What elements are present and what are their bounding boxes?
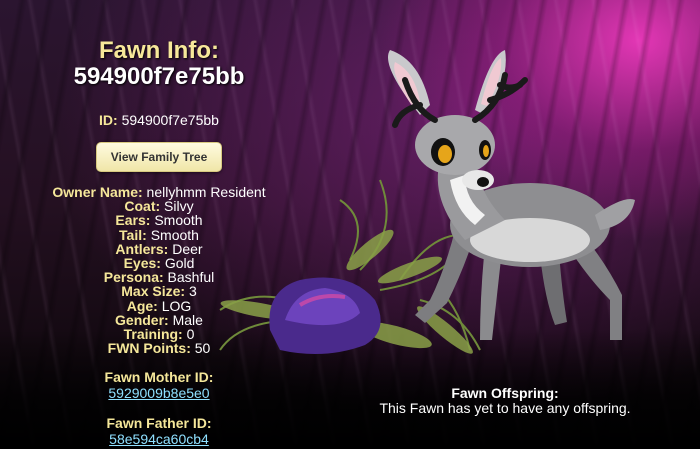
offspring-section: Fawn Offspring: This Fawn has yet to hav… — [360, 386, 650, 416]
mother-id-label: Fawn Mother ID: — [104, 369, 214, 386]
attr-label: FWN Points: — [107, 340, 191, 357]
id-value: 594900f7e75bb — [121, 112, 219, 128]
attr-tail: Tail: Smooth — [0, 228, 318, 242]
father-id-link[interactable]: 58e594ca60cb4 — [109, 431, 209, 447]
attr-training: Training: 0 — [0, 327, 318, 341]
fawn-character — [388, 50, 635, 340]
attr-fwn-points: FWN Points: 50 — [0, 341, 318, 355]
offspring-label: Fawn Offspring: — [451, 385, 559, 401]
attr-value: 50 — [194, 340, 211, 357]
attr-eyes: Eyes: Gold — [0, 256, 318, 270]
id-label: ID: — [99, 112, 118, 128]
mother-section: Fawn Mother ID: 5929009b8e5e0 — [0, 369, 318, 401]
page-title-fawn-id: 594900f7e75bb — [73, 63, 245, 90]
attr-gender: Gender: Male — [0, 313, 318, 327]
attr-ears: Ears: Smooth — [0, 213, 318, 227]
attr-persona: Persona: Bashful — [0, 270, 318, 284]
offspring-text: This Fawn has yet to have any offspring. — [379, 400, 631, 416]
attr-owner-name: Owner Name: nellyhmm Resident — [0, 185, 318, 199]
page-title: Fawn Info: — [99, 37, 219, 64]
id-line: ID: 594900f7e75bb — [0, 112, 318, 128]
father-section: Fawn Father ID: 58e594ca60cb4 — [0, 415, 318, 447]
attr-antlers: Antlers: Deer — [0, 242, 318, 256]
view-family-tree-button[interactable]: View Family Tree — [95, 142, 223, 172]
father-id-label: Fawn Father ID: — [106, 415, 212, 432]
attr-coat: Coat: Silvy — [0, 199, 318, 213]
attr-age: Age: LOG — [0, 299, 318, 313]
mother-id-link[interactable]: 5929009b8e5e0 — [108, 385, 209, 401]
attribute-list: Owner Name: nellyhmm Resident Coat: Silv… — [0, 185, 318, 355]
attr-max-size: Max Size: 3 — [0, 284, 318, 298]
fawn-info-panel: Fawn Info: 594900f7e75bb ID: 594900f7e75… — [0, 0, 318, 448]
